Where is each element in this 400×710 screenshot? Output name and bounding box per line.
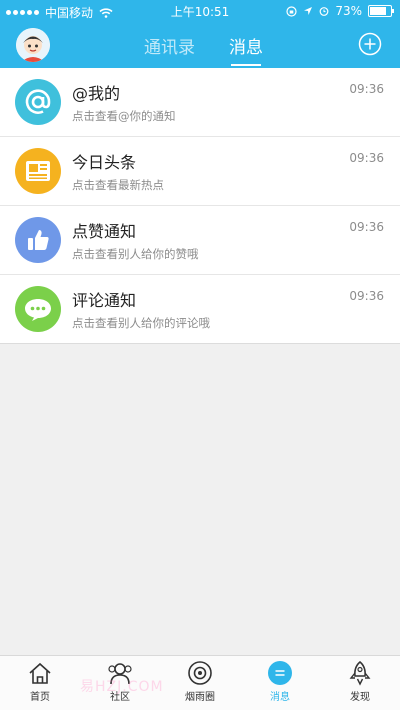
tab-yanyu-circle[interactable]: 烟雨圈 bbox=[170, 660, 230, 703]
message-title: 今日头条 bbox=[72, 153, 137, 172]
message-time: 09:36 bbox=[349, 82, 384, 96]
message-row-headlines[interactable]: 今日头条 点击查看最新热点 09:36 bbox=[0, 137, 400, 206]
add-icon[interactable] bbox=[358, 32, 382, 56]
battery-icon bbox=[368, 5, 394, 17]
message-row-comments[interactable]: 评论通知 点击查看别人给你的评论哦 09:36 bbox=[0, 275, 400, 344]
newspaper-icon bbox=[15, 148, 61, 194]
message-title: @我的 bbox=[72, 84, 121, 103]
bottom-tab-bar: 首页 社区 烟雨圈 消息 发现 易HZJ.COM bbox=[0, 655, 400, 710]
avatar-icon bbox=[16, 28, 50, 62]
avatar[interactable] bbox=[16, 28, 50, 62]
message-title: 评论通知 bbox=[72, 291, 137, 310]
nav-bar: 通讯录 消息 bbox=[0, 22, 400, 68]
location-icon bbox=[304, 7, 313, 15]
alarm-icon bbox=[319, 7, 329, 16]
yanyu-circle-icon bbox=[188, 661, 212, 685]
tab-discover[interactable]: 发现 bbox=[330, 660, 390, 703]
message-subtitle: 点击查看别人给你的赞哦 bbox=[72, 247, 199, 261]
tab-home[interactable]: 首页 bbox=[10, 660, 70, 703]
header: 中国移动 上午10:51 73% 通讯录 消息 bbox=[0, 0, 400, 68]
home-icon bbox=[29, 662, 51, 684]
message-subtitle: 点击查看别人给你的评论哦 bbox=[72, 316, 210, 330]
message-time: 09:36 bbox=[349, 289, 384, 303]
message-icon bbox=[268, 661, 292, 685]
at-icon bbox=[15, 79, 61, 125]
orientation-lock-icon bbox=[286, 5, 297, 17]
tab-label: 消息 bbox=[270, 692, 290, 703]
message-list: @我的 点击查看@你的通知 09:36 今日头条 点击查看最新热点 09:36 bbox=[0, 68, 400, 344]
message-subtitle: 点击查看@你的通知 bbox=[72, 109, 176, 123]
message-row-likes[interactable]: 点赞通知 点击查看别人给你的赞哦 09:36 bbox=[0, 206, 400, 275]
tab-label: 烟雨圈 bbox=[185, 692, 215, 703]
status-right: 73% bbox=[286, 4, 394, 18]
message-row-mentions[interactable]: @我的 点击查看@你的通知 09:36 bbox=[0, 68, 400, 137]
message-time: 09:36 bbox=[349, 151, 384, 165]
message-title: 点赞通知 bbox=[72, 222, 137, 241]
comment-icon bbox=[15, 286, 61, 332]
screen: 中国移动 上午10:51 73% 通讯录 消息 @我的 点击查看@你的通知 09… bbox=[0, 0, 400, 710]
message-subtitle: 点击查看最新热点 bbox=[72, 178, 164, 192]
battery-percent: 73% bbox=[335, 4, 362, 18]
message-time: 09:36 bbox=[349, 220, 384, 234]
tab-messages-bottom[interactable]: 消息 bbox=[250, 660, 310, 703]
tab-contacts[interactable]: 通讯录 bbox=[140, 31, 199, 60]
watermark: 易HZJ.COM bbox=[80, 679, 164, 695]
rocket-icon bbox=[349, 660, 371, 686]
nav-tabs: 通讯录 消息 bbox=[140, 31, 267, 66]
tab-messages[interactable]: 消息 bbox=[225, 31, 267, 66]
tab-label: 首页 bbox=[30, 692, 50, 703]
tab-label: 发现 bbox=[350, 692, 370, 703]
status-bar: 中国移动 上午10:51 73% bbox=[0, 0, 400, 22]
thumbs-up-icon bbox=[15, 217, 61, 263]
